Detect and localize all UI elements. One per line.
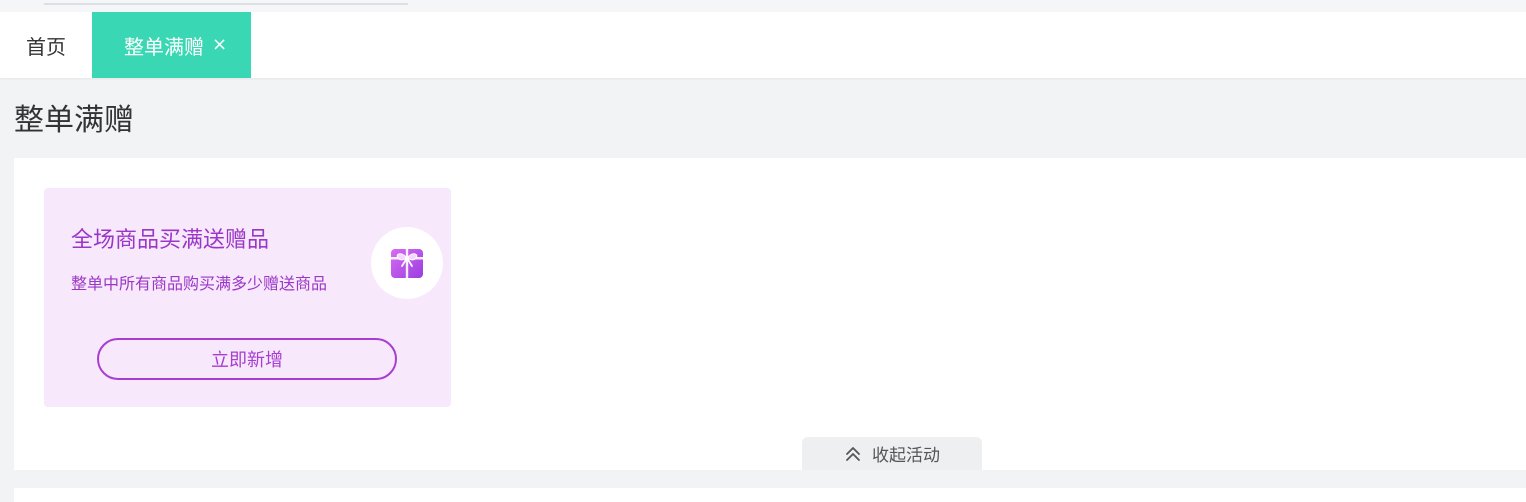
tab-home-label: 首页: [26, 34, 66, 59]
card-description: 整单中所有商品购买满多少赠送商品: [71, 274, 328, 293]
double-chevron-up-icon: [846, 446, 860, 461]
top-divider: [44, 3, 408, 5]
page-title: 整单满赠: [14, 103, 134, 138]
activity-panel: 全场商品买满送赠品 整单中所有商品购买满多少赠送商品 立即新增 收起活动: [14, 158, 1526, 470]
collapse-label: 收起活动: [872, 446, 940, 466]
tab-full-order-gift[interactable]: 整单满赠 ×: [92, 12, 251, 78]
bottom-panel: [14, 488, 1526, 502]
tab-bar: 首页 整单满赠 ×: [0, 12, 1526, 78]
add-new-button-label: 立即新增: [211, 350, 283, 371]
top-strip: [0, 0, 1526, 12]
tab-active-label: 整单满赠: [123, 34, 204, 59]
add-new-button[interactable]: 立即新增: [97, 338, 397, 380]
gift-icon-badge: [371, 227, 443, 299]
activity-card: 全场商品买满送赠品 整单中所有商品购买满多少赠送商品 立即新增: [44, 188, 451, 407]
gift-icon: [391, 249, 423, 278]
card-title: 全场商品买满送赠品: [71, 228, 270, 253]
tab-home[interactable]: 首页: [0, 12, 92, 78]
close-icon[interactable]: ×: [212, 36, 227, 54]
collapse-activities-button[interactable]: 收起活动: [802, 437, 982, 470]
